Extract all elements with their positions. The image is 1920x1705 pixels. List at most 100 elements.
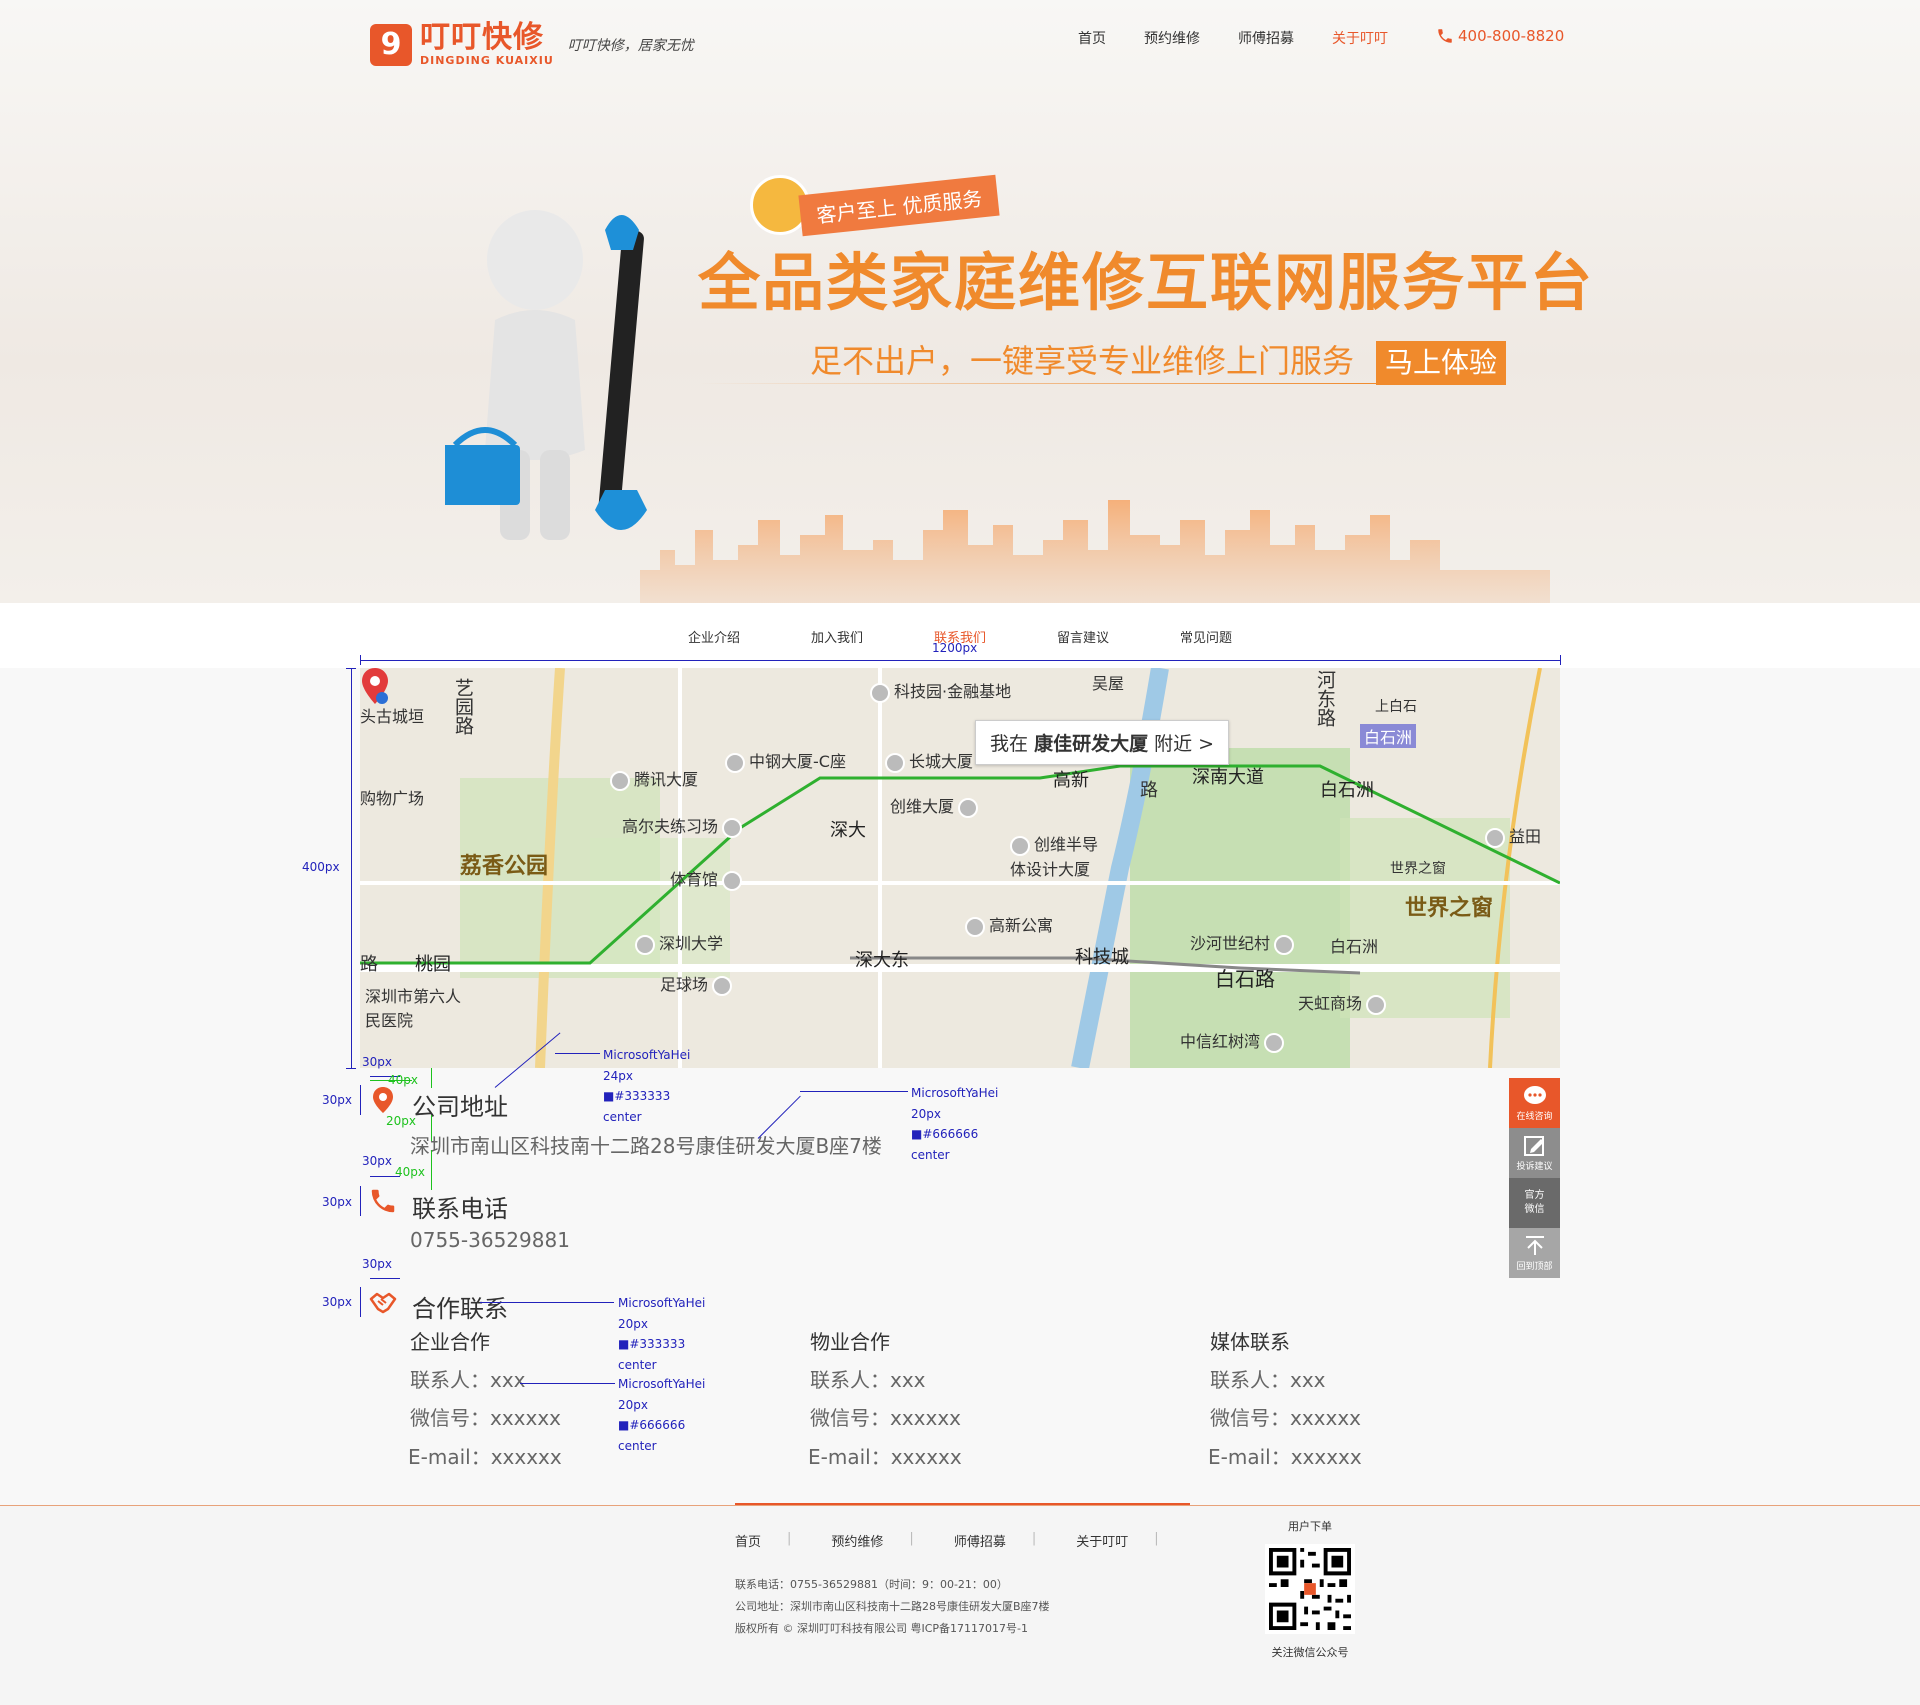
annotation-label: 40px [395,1165,425,1179]
hotline[interactable]: 400-800-8820 [1436,27,1564,45]
annotation-line [431,1115,432,1141]
annotation-font-spec: MicrosoftYaHei 24px ■#333333 center [603,1048,691,1124]
map-label: 河东路 [1314,670,1336,727]
qr-code-icon [1269,1548,1351,1630]
map-label: 购物广场 [360,789,425,808]
annotation-line [370,1278,400,1279]
qr-title: 用户下单 [1288,1520,1332,1533]
map-label: 足球场 [660,971,736,996]
address-text: 深圳市南山区科技南十二路28号康佳研发大厦B座7楼 [410,1134,882,1158]
footer-link[interactable]: 关于叮叮 [1076,1531,1128,1550]
chat-icon [1523,1085,1546,1104]
map-label: 科技园·金融基地 [870,678,1011,703]
nav-recruit[interactable]: 师傅招募 [1238,28,1294,48]
coop-email: E-mail：xxxxxx [408,1445,562,1469]
poi-icon [870,682,890,703]
banner-badge: 客户至上 优质服务 [750,174,1000,236]
floating-sidebar: 在线咨询 投诉建议 官方 微信 回到顶部 [1509,1078,1560,1278]
header: 9 叮叮快修 DINGDING KUAIXIU 叮叮快修，居家无忧 首页 预约维… [0,0,1920,90]
coop-contact: 联系人：xxx [810,1368,926,1392]
location-map[interactable]: 荔香公园 世界之窗 头古城垣 艺园路 科技园·金融基地 吴屋 河东路 上白石 白… [360,668,1560,1068]
map-location-popup[interactable]: 我在 康佳研发大厦 附近 > [975,720,1230,765]
map-label: 高尔夫练习场 [622,813,746,838]
annotation-tick [1560,655,1561,665]
map-label: 体育馆 [670,866,746,891]
handshake-icon [369,1292,397,1314]
footer-link[interactable]: 师傅招募 [954,1531,1006,1550]
map-label: 高新 [1053,770,1089,791]
arrow-up-icon [1525,1235,1544,1255]
coop-email: E-mail：xxxxxx [808,1445,962,1469]
edit-icon [1523,1135,1544,1156]
nav-home[interactable]: 首页 [1078,28,1106,48]
annotation-line [555,1053,600,1054]
logo-en: DINGDING KUAIXIU [420,54,554,67]
map-label: 腾讯大厦 [610,766,698,791]
map-label: 世界之窗 [1405,896,1494,921]
coop-contact: 联系人：xxx [1210,1368,1326,1392]
map-label: 白石洲 [1320,780,1374,801]
back-to-top-button[interactable]: 回到顶部 [1509,1228,1560,1278]
map-label: 科技城 [1075,947,1129,968]
map-label: 深大东 [855,950,909,971]
repairman-figure-image [445,210,647,540]
map-label: 艺园路 [452,678,474,735]
map-label: 白石洲 [1330,937,1379,956]
annotation-line [360,1085,361,1115]
map-label: 吴屋 [1092,674,1125,693]
annotation-tick [346,1068,356,1069]
qr-block: 用户下单 关注微信公众号 [1260,1518,1360,1660]
coop-column-title: 物业合作 [810,1330,890,1354]
complaint-button[interactable]: 投诉建议 [1509,1128,1560,1178]
logo-icon: 9 [370,23,412,66]
annotation-width-label: 1200px [932,641,978,655]
subnav-join[interactable]: 加入我们 [811,627,934,646]
map-label: 深南大道 [1192,767,1264,788]
annotation-label: 30px [322,1093,352,1107]
footer: 首页 | 预约维修 | 师傅招募 | 关于叮叮 | 联系电话：0755-36529881… [0,1506,1920,1705]
annotation-label: 30px [362,1154,392,1168]
city-skyline-image [640,500,1550,603]
map-label: 沙河世纪村 [1190,930,1298,955]
subnav-intro[interactable]: 企业介绍 [688,627,811,646]
annotation-height-label: 400px [302,860,340,874]
map-label: 天虹商场 [1298,990,1390,1015]
map-label: 路 [360,954,378,975]
annotation-height-line [351,668,352,1068]
nav-about[interactable]: 关于叮叮 [1332,28,1388,48]
footer-address: 公司地址：深圳市南山区科技南十二路28号康佳研发大厦B座7楼 [735,1600,1050,1613]
official-wechat-button[interactable]: 官方 微信 [1509,1178,1560,1228]
coop-email: E-mail：xxxxxx [1208,1445,1362,1469]
banner-subtitle: 足不出户，一键享受专业维修上门服务 [810,342,1355,380]
map-label: 高新公寓 [965,912,1053,937]
annotation-font-spec: MicrosoftYaHei 20px ■#666666 center [911,1086,999,1162]
subnav-feedback[interactable]: 留言建议 [1057,627,1180,646]
badge-tag: 客户至上 优质服务 [798,174,1000,236]
online-consult-button[interactable]: 在线咨询 [1509,1078,1560,1128]
footer-link[interactable]: 首页 [735,1531,761,1550]
logo[interactable]: 9 叮叮快修 DINGDING KUAIXIU 叮叮快修，居家无忧 [370,22,694,67]
annotation-line [360,1287,361,1317]
footer-accent-line [735,1503,1190,1505]
qr-code-image[interactable] [1265,1544,1355,1634]
annotation-line [431,1150,432,1190]
annotation-label: 30px [322,1195,352,1209]
map-label: 深圳市第六人民医院 [365,987,462,1030]
try-now-button[interactable]: 马上体验 [1376,341,1506,385]
phone-title: 联系电话 [412,1195,508,1223]
coop-column-title: 企业合作 [410,1330,490,1354]
map-label: 世界之窗 [1390,861,1446,877]
phone-icon [1438,29,1452,43]
banner-title: 全品类家庭维修互联网服务平台 [698,246,1595,319]
footer-link[interactable]: 预约维修 [831,1531,883,1550]
footer-info: 联系电话：0755-36529881（时间：9：00-21：00） 公司地址：深… [735,1574,1050,1640]
phone-icon [371,1189,395,1213]
nav-booking[interactable]: 预约维修 [1144,28,1200,48]
qr-caption: 关注微信公众号 [1271,1646,1349,1659]
annotation-width-line [360,660,1560,661]
map-label: 深圳大学 [635,930,723,955]
subnav-faq[interactable]: 常见问题 [1180,627,1303,646]
map-label: 创维半导体设计大厦 [1010,835,1099,879]
annotation-label: 30px [362,1257,392,1271]
annotation-font-spec: MicrosoftYaHei 20px ■#333333 center [618,1296,706,1372]
